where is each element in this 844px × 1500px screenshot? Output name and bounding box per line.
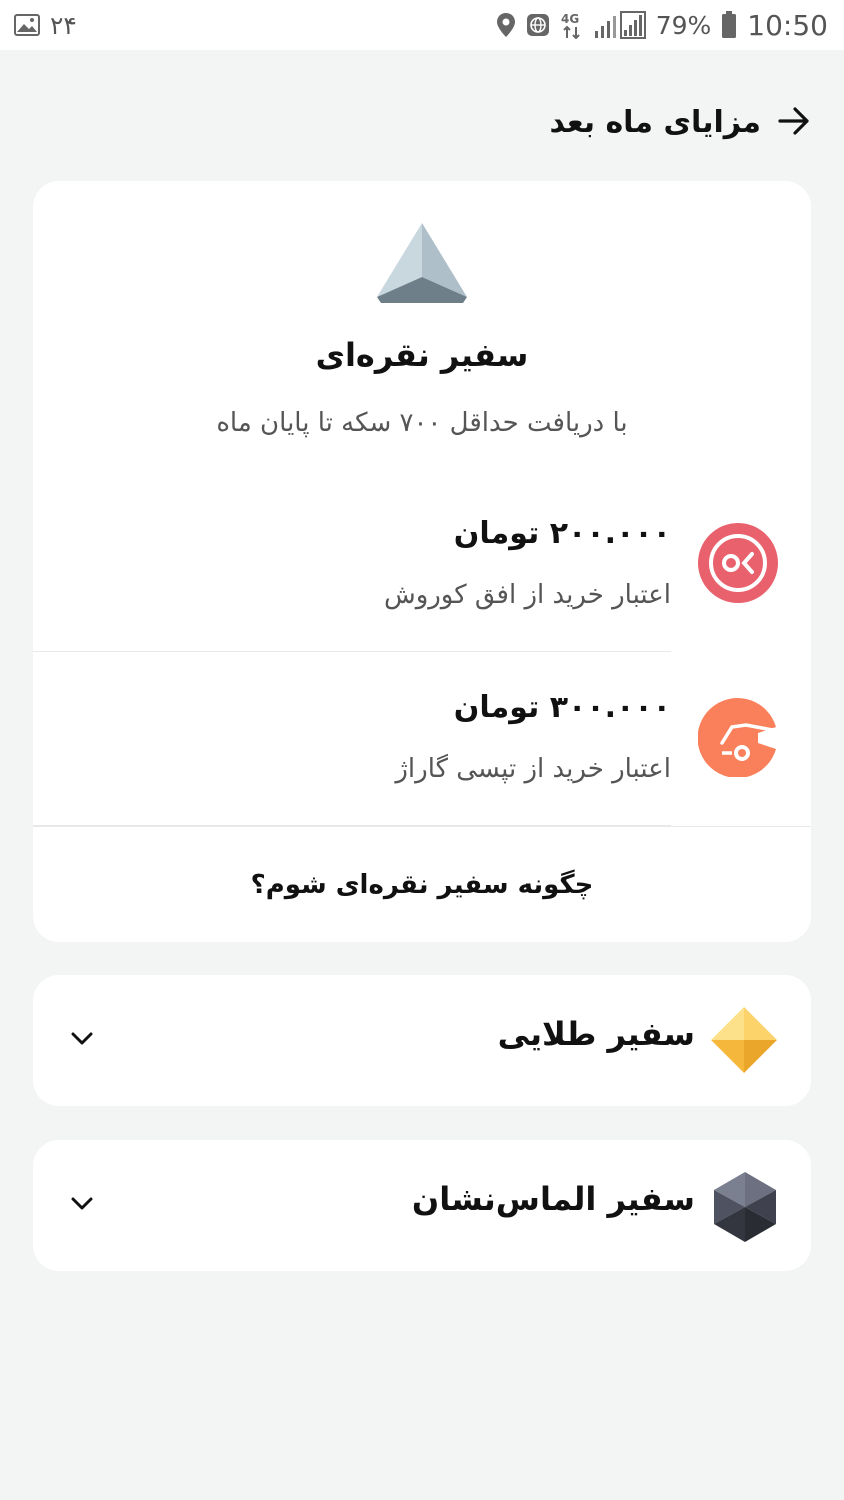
arrow-right-icon[interactable] — [777, 106, 811, 140]
gold-diamond-icon — [710, 1006, 778, 1078]
diamond-hexagon-icon — [712, 1171, 778, 1247]
signal-strength-icon — [594, 11, 646, 39]
svg-text:4G: 4G — [561, 12, 579, 26]
gallery-notification-icon — [14, 14, 40, 36]
reward-description: اعتبار خرید از افق کوروش — [383, 580, 671, 610]
page-title: مزایای ماه بعد — [549, 104, 761, 140]
silver-tier-card: سفیر نقره‌ای با دریافت حداقل ۷۰۰ سکه تا … — [33, 181, 811, 942]
tapsi-garage-logo-icon — [697, 697, 780, 781]
network-type-icon: 4G — [560, 11, 584, 39]
battery-icon — [721, 11, 737, 39]
silver-tier-title: سفیر نقره‌ای — [315, 336, 529, 374]
diamond-tier-title: سفیر الماس‌نشان — [411, 1180, 695, 1218]
gold-tier-title: سفیر طلایی — [497, 1015, 695, 1053]
reward-item-ofogh-kourosh: ۲۰۰.۰۰۰ تومان اعتبار خرید از افق کوروش — [33, 478, 811, 652]
reward-item-tapsi-garage: ۳۰۰.۰۰۰ تومان اعتبار خرید از تپسی گاراژ — [33, 652, 811, 826]
location-icon — [496, 12, 516, 38]
status-bar: ۲۴ 4G 79% 10:50 — [0, 0, 844, 50]
reward-amount: ۳۰۰.۰۰۰ تومان — [453, 690, 671, 725]
silver-tier-requirement: با دریافت حداقل ۷۰۰ سکه تا پایان ماه — [216, 408, 628, 438]
chevron-down-icon[interactable] — [71, 1031, 93, 1050]
reward-description: اعتبار خرید از تپسی گاراژ — [395, 754, 671, 784]
ofogh-kourosh-logo-icon — [698, 523, 778, 607]
diamond-tier-card[interactable]: سفیر الماس‌نشان — [33, 1140, 811, 1271]
page-header: مزایای ماه بعد — [33, 92, 811, 152]
status-bar-left: ۲۴ — [14, 11, 77, 40]
battery-percent: 79% — [655, 10, 712, 40]
status-bar-right: 4G 79% 10:50 — [496, 9, 828, 42]
gold-tier-card[interactable]: سفیر طلایی — [33, 975, 811, 1106]
how-to-become-silver-link[interactable]: چگونه سفیر نقره‌ای شوم؟ — [33, 827, 811, 942]
notification-count: ۲۴ — [50, 10, 77, 40]
vpn-globe-icon — [526, 13, 550, 37]
chevron-down-icon[interactable] — [71, 1196, 93, 1215]
reward-amount: ۲۰۰.۰۰۰ تومان — [453, 516, 671, 551]
clock: 10:50 — [747, 8, 828, 42]
silver-pyramid-icon — [375, 221, 469, 309]
